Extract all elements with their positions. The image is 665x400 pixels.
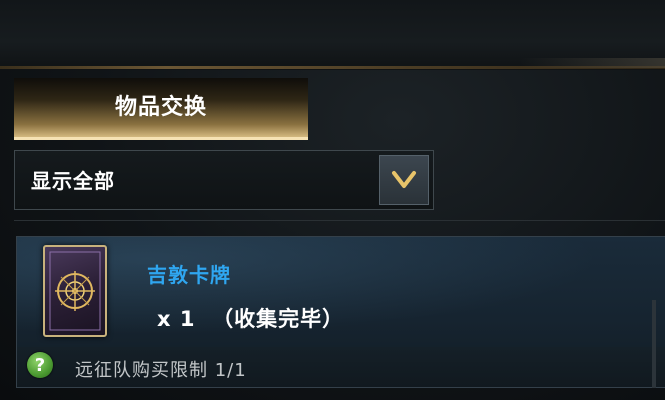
card-image	[43, 245, 107, 337]
tab-item-exchange[interactable]: 物品交换	[14, 78, 308, 140]
card-emblem-icon	[49, 251, 101, 331]
tab-label: 物品交换	[114, 95, 207, 120]
scrollbar[interactable]	[652, 300, 656, 388]
item-name: 吉敦卡牌	[147, 263, 231, 287]
filter-dropdown[interactable]: 显示全部	[14, 150, 434, 210]
question-icon[interactable]: ?	[27, 352, 53, 378]
purchase-limit-text: 远征队购买限制 1/1	[75, 360, 247, 381]
exchange-window: 物品交换 显示全部 吉敦卡牌 x 1 （收集完毕） ? 远征队购买限制 1/1	[0, 0, 665, 400]
item-quantity: x 1 （收集完毕）	[157, 307, 345, 331]
banner-glow	[520, 58, 665, 68]
dropdown-toggle-button[interactable]	[379, 155, 429, 205]
divider	[14, 220, 665, 221]
card-footer: ? 远征队购买限制 1/1	[17, 347, 665, 387]
chevron-down-icon	[392, 171, 416, 188]
item-card[interactable]: 吉敦卡牌 x 1 （收集完毕） ? 远征队购买限制 1/1	[16, 236, 665, 388]
filter-selected-value: 显示全部	[31, 169, 115, 193]
